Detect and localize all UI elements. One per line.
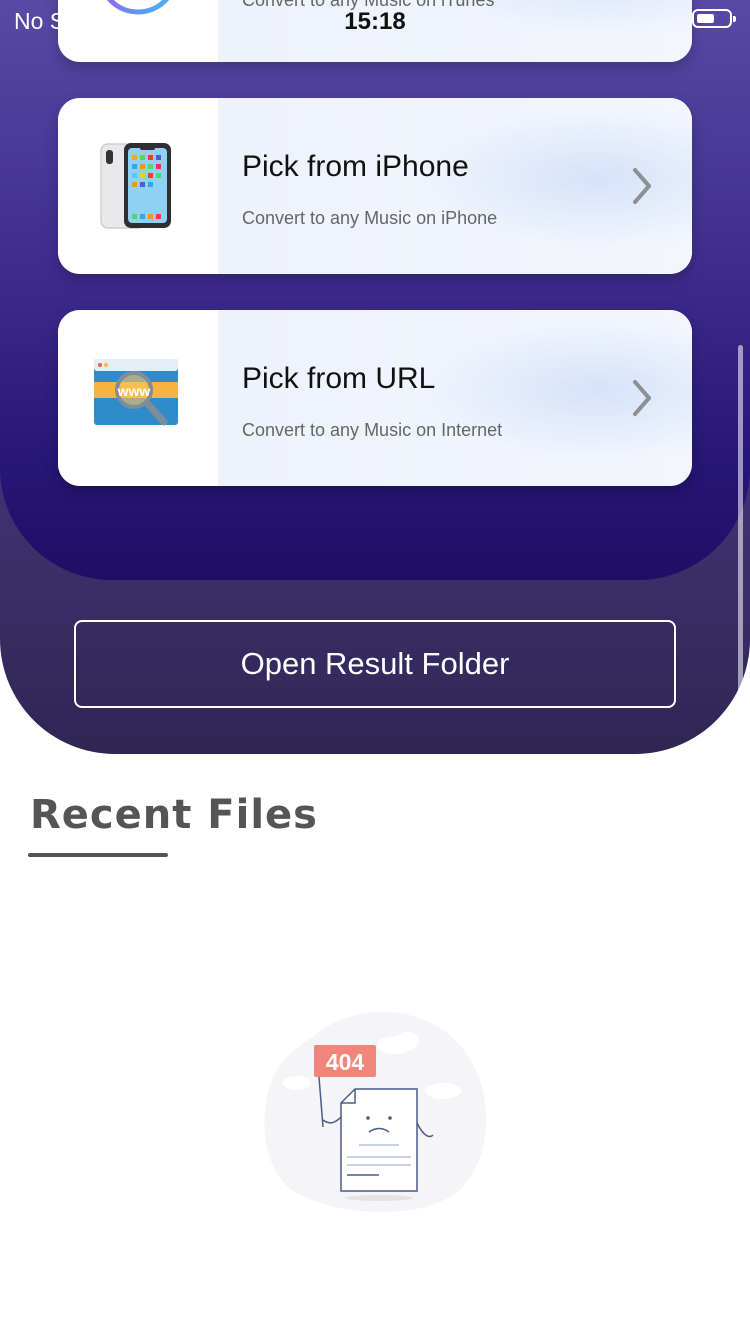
scrollbar[interactable]: [738, 345, 743, 700]
chevron-right-icon: [633, 168, 651, 204]
card-icon-area: [58, 98, 218, 274]
empty-state-404-icon: 404: [264, 1011, 487, 1213]
option-card-iphone[interactable]: Pick from iPhone Convert to any Music on…: [58, 98, 692, 274]
option-subtitle: Convert to any Music on Internet: [242, 420, 503, 440]
recent-files-title: Recent Files: [30, 792, 318, 838]
status-time: 15:18: [344, 8, 406, 35]
card-icon-area: www: [58, 310, 218, 486]
iphone-icon: [100, 143, 171, 229]
battery-icon: [692, 9, 736, 28]
empty-state-badge: 404: [326, 1049, 365, 1075]
card-content-area: [218, 98, 692, 274]
chevron-right-icon: [633, 380, 651, 416]
recent-files-underline: [28, 853, 168, 857]
option-subtitle: Convert to any Music on iPhone: [242, 208, 498, 228]
option-title: Pick from URL: [242, 362, 436, 395]
option-card-url[interactable]: www Pick from URL Convert to any Music o…: [58, 310, 692, 486]
options-panel: [0, 0, 750, 580]
web-url-search-icon: www: [94, 359, 178, 426]
svg-text:www: www: [117, 383, 151, 399]
open-result-folder-button[interactable]: Open Result Folder: [74, 620, 676, 708]
status-bar: No S 15:18: [0, 0, 750, 40]
card-content-area: [218, 310, 692, 486]
battery-level: [697, 14, 714, 23]
option-title: Pick from iPhone: [242, 150, 469, 183]
